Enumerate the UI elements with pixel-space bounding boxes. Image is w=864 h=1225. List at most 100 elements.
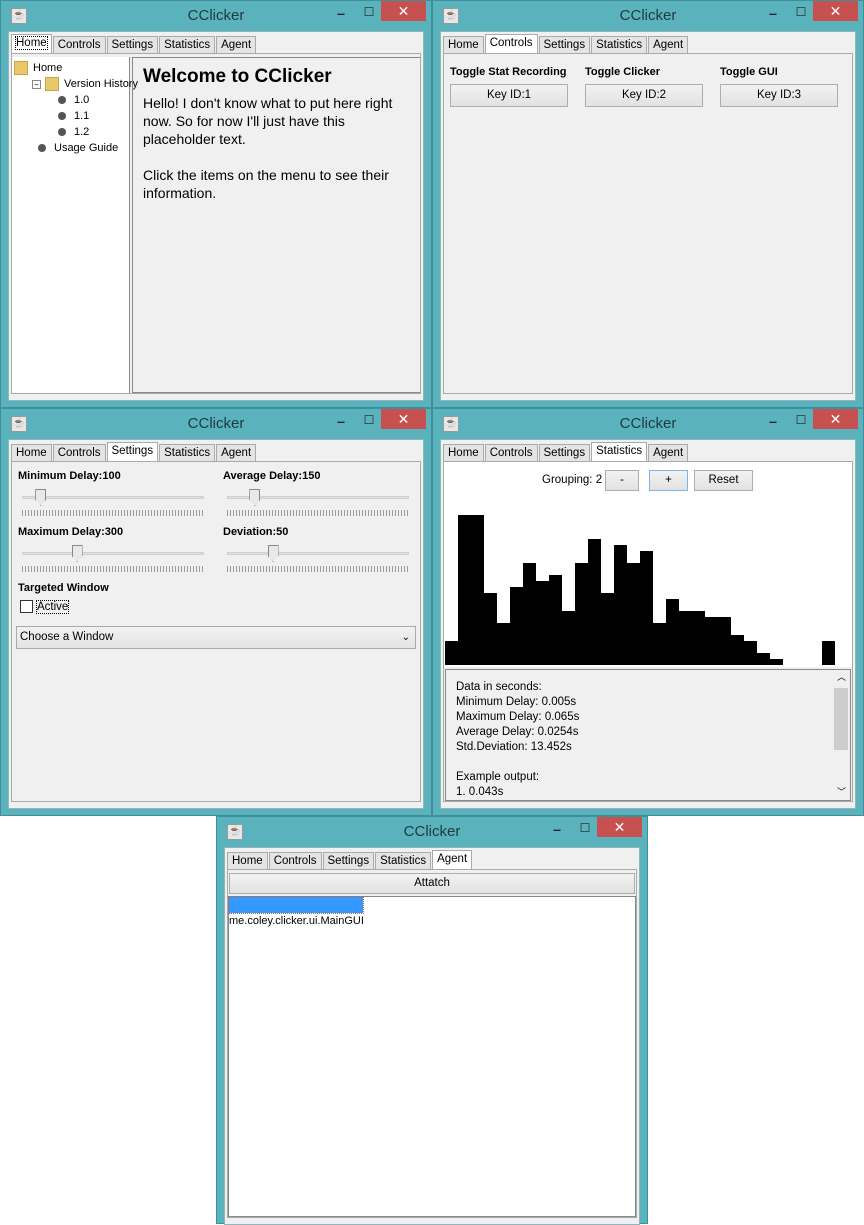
tab-agent[interactable]: Agent [216,36,257,54]
tree-item[interactable]: 1.2 [52,124,89,140]
minimize-button[interactable]: – [331,5,351,23]
title-bar[interactable]: ☕ CClicker – ☐ ✕ [217,817,647,847]
decrease-grouping-button[interactable]: - [605,470,639,491]
tab-settings[interactable]: Settings [322,852,375,870]
tab-statistics[interactable]: Statistics [591,442,648,462]
close-button[interactable]: ✕ [813,1,858,21]
delay-slider[interactable] [18,543,208,573]
maximize-button[interactable]: ☐ [791,413,811,431]
intro-text: Hello! I don't know what to put here rig… [143,95,393,147]
minimize-button[interactable]: – [763,5,783,23]
tab-agent[interactable]: Agent [648,36,689,54]
vertical-scrollbar[interactable]: ︿ ﹀ [833,670,850,800]
leaf-bullet-icon [58,112,66,120]
increase-grouping-button[interactable]: + [649,470,688,491]
key-bind-button[interactable]: Key ID:1 [450,84,568,107]
tab-statistics[interactable]: Statistics [159,444,216,462]
tab-controls[interactable]: Controls [484,444,538,462]
window-controls: ☕ CClicker – ☐ ✕ Home Controls Settings Sta… [432,0,864,408]
close-button[interactable]: ✕ [381,409,426,429]
tab-home[interactable]: Home [11,34,52,54]
tab-home[interactable]: Home [11,444,52,462]
slider-track [227,552,409,555]
maximize-button[interactable]: ☐ [575,821,595,839]
title-bar[interactable]: ☕ CClicker – ☐ ✕ [433,409,863,439]
histogram-bar [692,611,705,665]
close-button[interactable]: ✕ [813,409,858,429]
list-item-selected[interactable] [228,896,364,914]
tab-bar: Home Controls Settings Statistics Agent [11,34,257,54]
scroll-up-icon[interactable]: ︿ [833,670,850,685]
tab-agent[interactable]: Agent [648,444,689,462]
tree-item[interactable]: 1.1 [52,108,89,124]
key-bind-button[interactable]: Key ID:3 [720,84,838,107]
settings-panel: Minimum Delay:100 Average Delay:150 Maxi… [11,461,421,802]
tab-controls[interactable]: Controls [52,36,106,54]
folder-icon [14,61,28,75]
minimize-button[interactable]: – [331,413,351,431]
title-bar[interactable]: ☕ CClicker – ☐ ✕ [1,409,431,439]
window-select[interactable]: Choose a Window ⌄ [16,626,416,649]
close-button[interactable]: ✕ [381,1,426,21]
slider-thumb[interactable] [267,545,279,562]
active-checkbox[interactable]: Active [20,599,70,614]
tab-home[interactable]: Home [443,444,484,462]
control-label: Toggle Clicker [585,66,660,78]
maximize-button[interactable]: ☐ [791,5,811,23]
histogram-bar [575,563,588,665]
delay-slider[interactable] [223,487,413,517]
slider-ticks [227,566,409,572]
tab-agent[interactable]: Agent [216,444,257,462]
delay-slider[interactable] [18,487,208,517]
tab-controls[interactable]: Controls [268,852,322,870]
tab-settings[interactable]: Settings [106,36,159,54]
maximize-button[interactable]: ☐ [359,5,379,23]
tab-statistics[interactable]: Statistics [375,852,432,870]
list-item[interactable]: me.coley.clicker.ui.MainGUI [229,913,635,929]
delay-slider[interactable] [223,543,413,573]
minimize-button[interactable]: – [763,413,783,431]
window-statistics: ☕ CClicker – ☐ ✕ Home Controls Settings Sta… [432,408,864,816]
tree-item[interactable]: 1.0 [52,92,89,108]
window-content: Home Controls Settings Statistics Agent Atta… [224,847,640,1225]
window-agent: ☕ CClicker – ☐ ✕ Home Controls Settings Sta… [216,816,648,1225]
key-bind-button[interactable]: Key ID:2 [585,84,703,107]
checkbox-box[interactable] [20,600,33,613]
title-bar[interactable]: ☕ CClicker – ☐ ✕ [1,1,431,31]
tab-agent[interactable]: Agent [432,850,473,870]
tab-settings[interactable]: Settings [106,442,159,462]
histogram-bar [744,641,757,665]
title-bar[interactable]: ☕ CClicker – ☐ ✕ [433,1,863,31]
reset-button[interactable]: Reset [694,470,753,491]
control-label: Toggle Stat Recording [450,66,567,78]
histogram-bar [484,593,497,665]
histogram-bar [679,611,692,665]
tab-home[interactable]: Home [443,36,484,54]
slider-label: Deviation:50 [223,526,289,538]
tab-statistics[interactable]: Statistics [591,36,648,54]
scrollbar-thumb[interactable] [834,688,848,750]
scroll-down-icon[interactable]: ﹀ [833,785,850,800]
tab-statistics[interactable]: Statistics [159,36,216,54]
histogram-bar [822,641,835,665]
slider-thumb[interactable] [71,545,83,562]
nav-tree: Home − Version History 1.0 1.1 1.2 Usage… [12,57,138,393]
tab-home[interactable]: Home [227,852,268,870]
attach-button[interactable]: Attatch [229,873,635,894]
tree-item[interactable]: Home [14,60,62,76]
slider-thumb[interactable] [35,489,47,506]
tab-settings[interactable]: Settings [538,36,591,54]
minimize-button[interactable]: – [547,821,567,839]
slider-thumb[interactable] [249,489,261,506]
collapse-icon[interactable]: − [32,79,41,89]
tree-item[interactable]: − Version History [32,76,138,92]
close-button[interactable]: ✕ [597,817,642,837]
tab-controls[interactable]: Controls [52,444,106,462]
tab-controls[interactable]: Controls [484,34,538,54]
slider-track [22,552,204,555]
maximize-button[interactable]: ☐ [359,413,379,431]
tree-item[interactable]: Usage Guide [32,140,118,156]
controls-panel: Toggle Stat Recording Key ID:1 Toggle Cli… [443,53,853,394]
tab-settings[interactable]: Settings [538,444,591,462]
histogram-bar [757,653,770,665]
